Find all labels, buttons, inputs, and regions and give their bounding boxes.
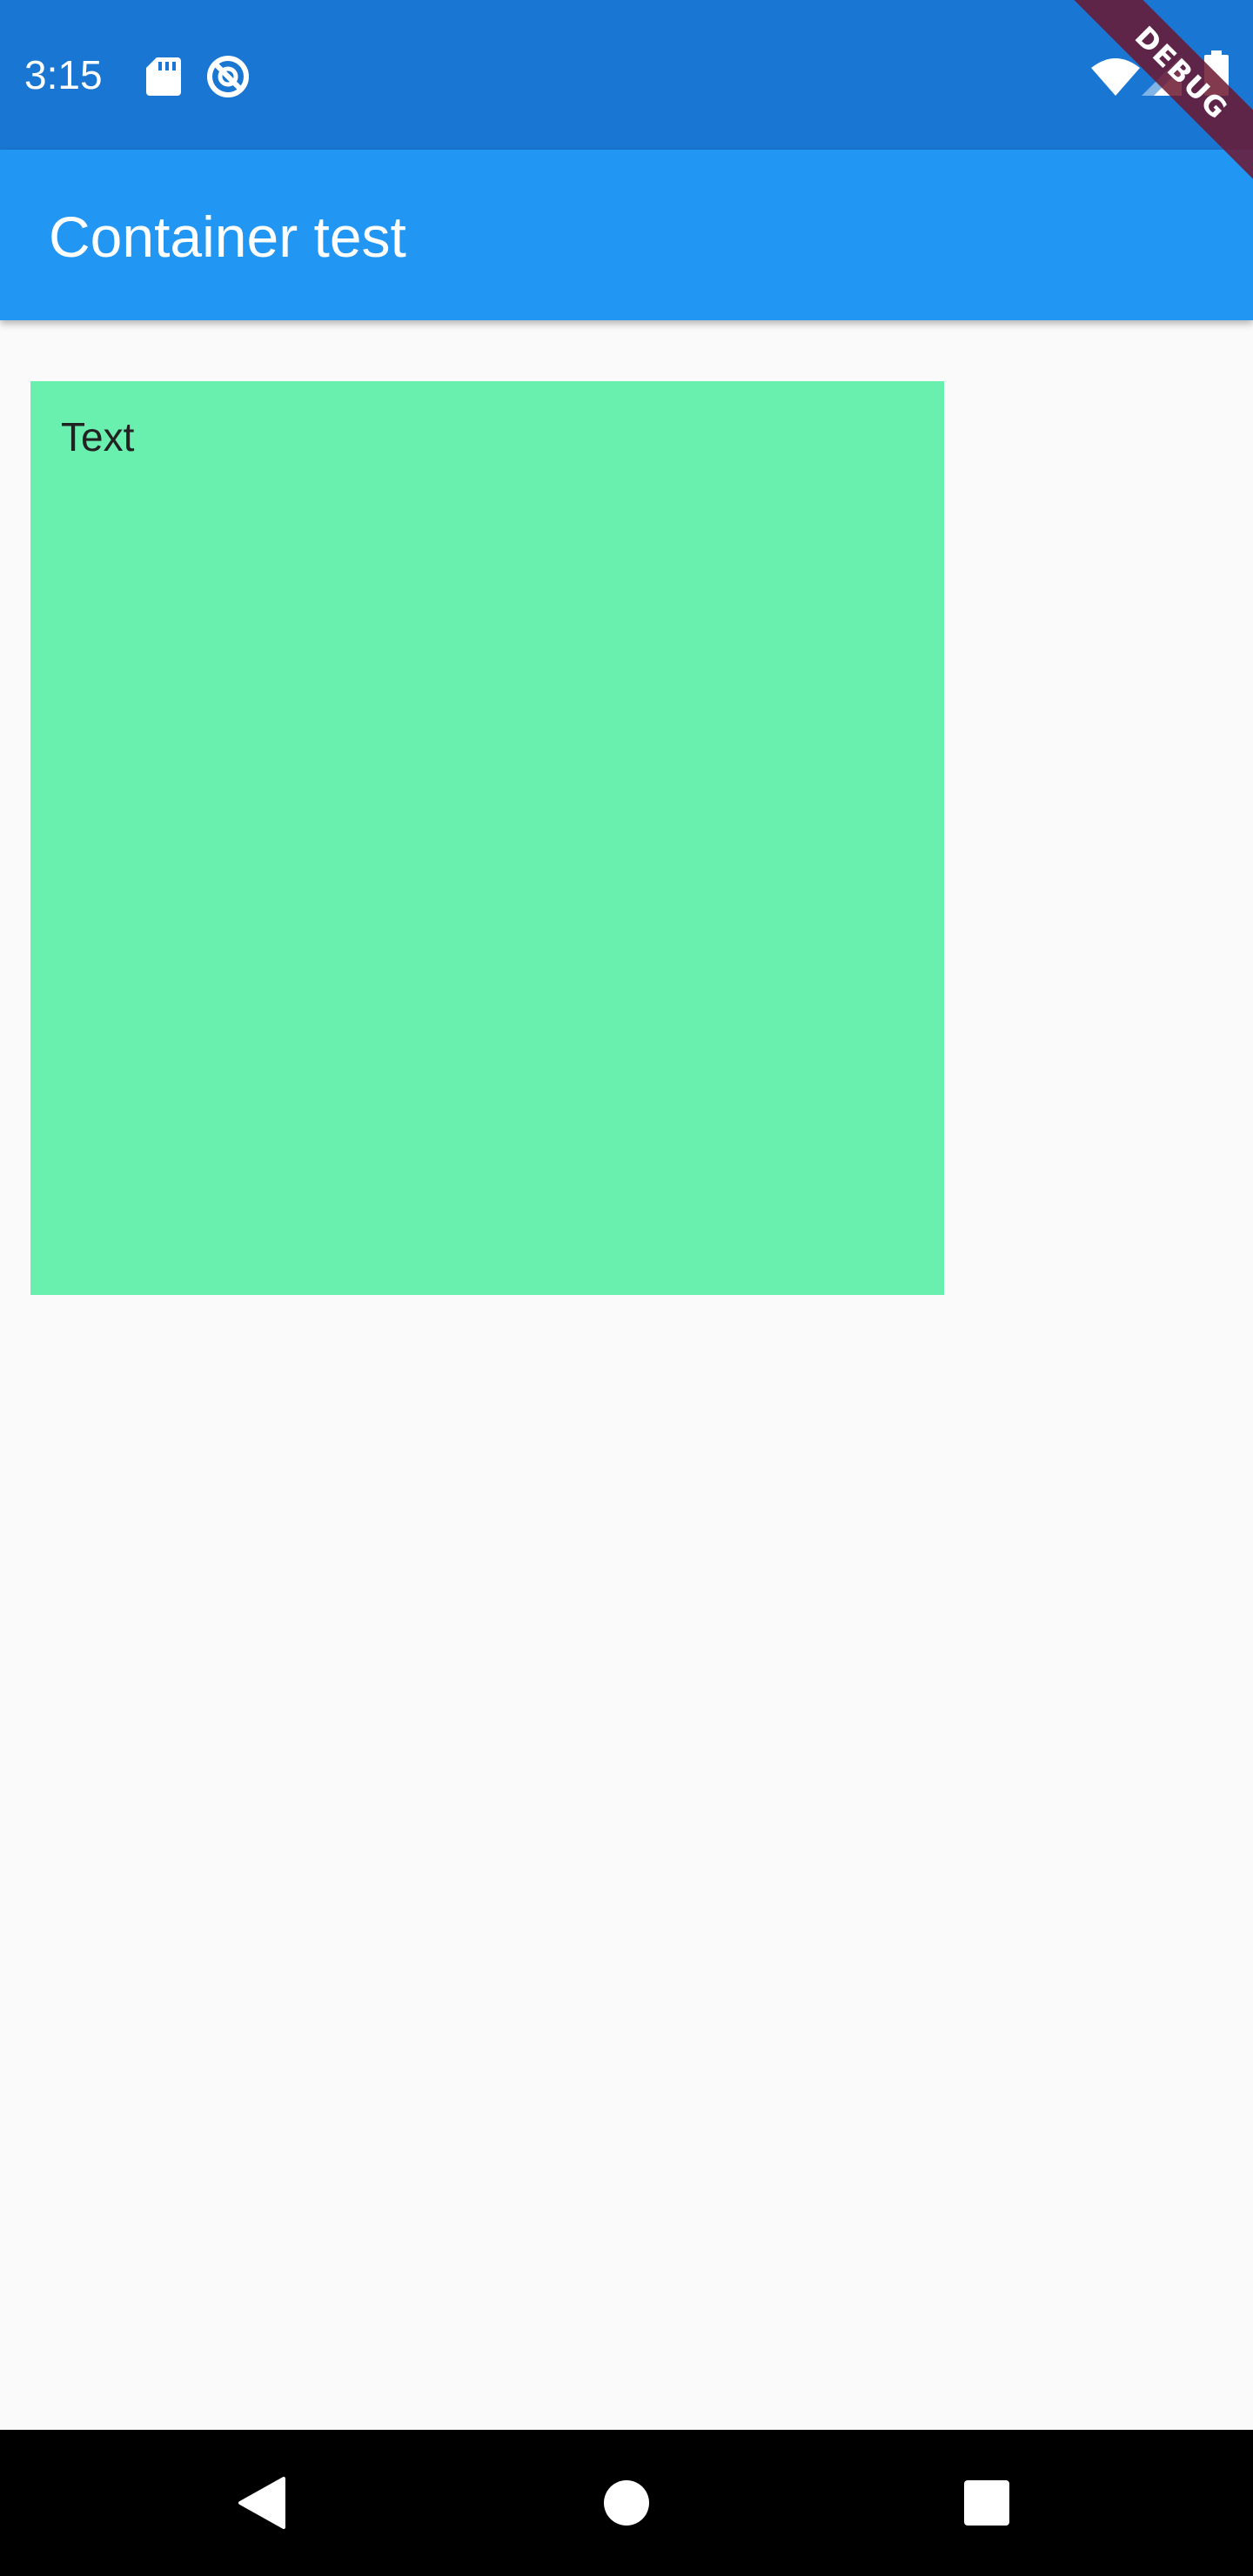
back-icon[interactable] [233, 2473, 292, 2532]
green-container: Text [30, 381, 944, 1295]
status-bar: 3:15 [0, 0, 1253, 150]
cell-signal-icon [1142, 56, 1182, 96]
battery-icon [1204, 50, 1229, 96]
status-time: 3:15 [24, 52, 103, 97]
app-bar-title: Container test [49, 205, 406, 269]
recents-icon[interactable] [957, 2473, 1016, 2532]
navigation-bar [0, 2430, 1253, 2576]
wifi-icon [1091, 58, 1140, 96]
page-body: Text [0, 320, 1253, 2430]
sd-card-icon [146, 57, 181, 96]
home-icon[interactable] [597, 2473, 656, 2532]
container-text: Text [61, 414, 135, 460]
sync-off-icon [207, 56, 249, 97]
app-bar: Container test [0, 150, 1253, 320]
screen: 3:15 DEBUG Container test Text [0, 0, 1253, 2576]
